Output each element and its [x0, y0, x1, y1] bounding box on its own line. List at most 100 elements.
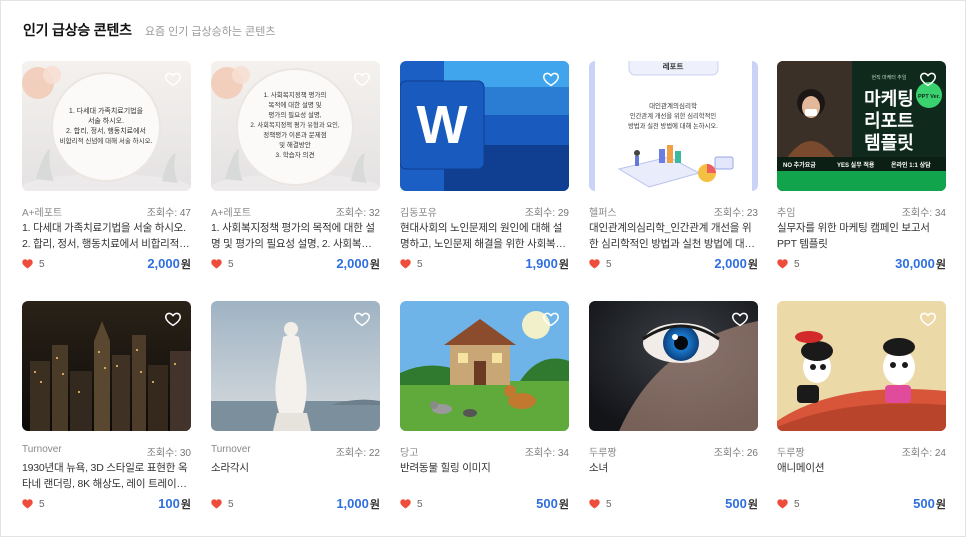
- card-thumbnail[interactable]: [589, 301, 758, 431]
- thumb-text-line: 1. 다세대 가족치료기법을: [69, 106, 144, 115]
- thumb-text-line: 2. 사회복지정책 평가 유형과 요인,: [250, 120, 340, 129]
- thumb-text-line: 목적에 대한 설명 및: [268, 100, 321, 109]
- thumb-text-line: 대인관계의심리학: [649, 101, 697, 110]
- thumb-text-line: 1. 사회복지정책 평가의: [264, 90, 327, 99]
- price-value: 30,000: [895, 256, 935, 271]
- card-price: 1,900원: [525, 256, 569, 272]
- content-card[interactable]: Turnover 조회수: 22 소라각시 5 1,000원: [211, 301, 380, 511]
- content-card[interactable]: 현직 마케터 추임 마케팅 리포트 템플릿 PPT Ver. NO 추가요금 Y…: [777, 61, 946, 271]
- content-card[interactable]: 당고 조회수: 34 반려동물 힐링 이미지 5 500원: [400, 301, 569, 511]
- favorite-heart-icon[interactable]: [919, 310, 937, 328]
- card-thumbnail[interactable]: 1. 사회복지정책 평가의 목적에 대한 설명 및 평가의 필요성 설명, 2.…: [211, 61, 380, 191]
- favorite-heart-icon[interactable]: [353, 310, 371, 328]
- thumb-text-line: 방법과 실천 방법에 대해 논하시오.: [628, 121, 718, 130]
- content-card[interactable]: W 김동포유 조회수: 29 현대사회의 노인문제의 원인에 대해 설명하고, 노…: [400, 61, 569, 271]
- like-count: 5: [39, 498, 45, 510]
- card-category[interactable]: 당고: [400, 444, 418, 459]
- card-description[interactable]: 1. 사회복지정책 평가의 목적에 대한 설명 및 평가의 필요성 설명, 2.…: [211, 220, 380, 252]
- card-thumbnail[interactable]: 현직 마케터 추임 마케팅 리포트 템플릿 PPT Ver. NO 추가요금 Y…: [777, 61, 946, 191]
- content-card[interactable]: 두루짱 조회수: 24 애니메이션 5 500원: [777, 301, 946, 511]
- card-description[interactable]: 실무자를 위한 마케팅 캠페인 보고서 PPT 템플릿: [777, 220, 946, 252]
- card-description[interactable]: 현대사회의 노인문제의 원인에 대해 설명하고, 노인문제 해결을 위한 사회복…: [400, 220, 569, 252]
- content-card[interactable]: 1. 다세대 가족치료기법을 서술 하시오. 2. 합리, 정서, 행동치료에서…: [22, 61, 191, 271]
- card-price: 500원: [913, 496, 946, 512]
- favorite-heart-icon[interactable]: [164, 70, 182, 88]
- card-price: 2,000원: [336, 256, 380, 272]
- like-count: 5: [794, 498, 800, 510]
- price-value: 100: [158, 496, 180, 511]
- card-category[interactable]: Turnover: [22, 444, 62, 459]
- like-count: 5: [417, 498, 423, 510]
- card-category[interactable]: A+레포트: [211, 204, 251, 219]
- price-value: 2,000: [336, 256, 369, 271]
- currency-unit: 원: [180, 259, 191, 271]
- card-thumbnail[interactable]: 1. 다세대 가족치료기법을 서술 하시오. 2. 합리, 정서, 행동치료에서…: [22, 61, 191, 191]
- card-description[interactable]: 1. 다세대 가족치료기법을 서술 하시오. 2. 합리, 정서, 행동치료에서…: [22, 220, 191, 252]
- thumb-text-line: 비합리적 신념에 대해 서술 하시오.: [60, 136, 153, 145]
- favorite-heart-icon[interactable]: [353, 70, 371, 88]
- card-views: 조회수: 30: [146, 448, 191, 459]
- thumb-text-line: 인간관계 개선을 위한 심리학적인: [630, 111, 717, 120]
- section-header: 인기 급상승 콘텐츠 요즘 인기 급상승하는 콘텐츠: [23, 20, 275, 40]
- thumb-small-caption: 현직 마케터 추임: [872, 74, 907, 81]
- favorite-heart-icon[interactable]: [919, 70, 937, 88]
- card-views: 조회수: 34: [524, 448, 569, 459]
- thumb-text-line: 정책평가 이론과 문제점: [263, 130, 326, 139]
- card-category[interactable]: Turnover: [211, 444, 251, 459]
- card-description[interactable]: 1930년대 뉴욕, 3D 스타일로 표현한 옥타네 랜더링, 8K 해상도, …: [22, 460, 191, 492]
- card-category[interactable]: 두루짱: [777, 444, 805, 459]
- favorite-heart-icon[interactable]: [731, 70, 749, 88]
- like-heart-icon: [400, 499, 411, 509]
- favorite-heart-icon[interactable]: [542, 310, 560, 328]
- card-category[interactable]: 추임: [777, 204, 795, 219]
- card-description[interactable]: 반려동물 힐링 이미지: [400, 460, 569, 476]
- like-count: 5: [606, 258, 612, 270]
- card-views: 조회수: 32: [335, 208, 380, 219]
- like-heart-icon: [777, 499, 788, 509]
- card-category[interactable]: 헬퍼스: [589, 204, 617, 219]
- word-logo-icon: W: [417, 95, 468, 155]
- card-description[interactable]: 애니메이션: [777, 460, 946, 476]
- like-count: 5: [39, 258, 45, 270]
- card-description[interactable]: 대인관계의심리학_인간관계 개선을 위한 심리학적인 방법과 실천 방법에 대해…: [589, 220, 758, 252]
- card-thumbnail[interactable]: [22, 301, 191, 431]
- card-views: 조회수: 47: [146, 208, 191, 219]
- section-subtitle: 요즘 인기 급상승하는 콘텐츠: [144, 26, 276, 38]
- thumb-text-line: 평가의 필요성 설명,: [268, 110, 321, 119]
- content-card[interactable]: 레포트 대인관계의심리학 인간관계 개선을 위한 심리학적인 방법과 실천 방법…: [589, 61, 758, 271]
- card-thumbnail[interactable]: [400, 301, 569, 431]
- card-description[interactable]: 소녀: [589, 460, 758, 476]
- price-value: 1,000: [336, 496, 369, 511]
- currency-unit: 원: [935, 259, 946, 271]
- like-heart-icon: [777, 259, 788, 269]
- favorite-heart-icon[interactable]: [731, 310, 749, 328]
- card-description[interactable]: 소라각시: [211, 460, 380, 476]
- thumb-text-line: 2. 합리, 정서, 행동치료에서: [66, 126, 146, 135]
- thumb-headline: 마케팅: [864, 89, 914, 109]
- price-value: 500: [725, 496, 747, 511]
- price-value: 500: [913, 496, 935, 511]
- content-card[interactable]: 1. 사회복지정책 평가의 목적에 대한 설명 및 평가의 필요성 설명, 2.…: [211, 61, 380, 271]
- card-price: 30,000원: [895, 256, 946, 272]
- favorite-heart-icon[interactable]: [542, 70, 560, 88]
- card-category[interactable]: 김동포유: [400, 204, 437, 219]
- card-price: 100원: [158, 496, 191, 512]
- content-card[interactable]: 두루짱 조회수: 26 소녀 5 500원: [589, 301, 758, 511]
- content-card[interactable]: Turnover 조회수: 30 1930년대 뉴욕, 3D 스타일로 표현한 옥…: [22, 301, 191, 511]
- like-heart-icon: [22, 499, 33, 509]
- thumb-text-line: 서술 하시오.: [88, 116, 124, 125]
- favorite-heart-icon[interactable]: [164, 310, 182, 328]
- card-category[interactable]: 두루짱: [589, 444, 617, 459]
- price-value: 2,000: [714, 256, 747, 271]
- card-thumbnail[interactable]: 레포트 대인관계의심리학 인간관계 개선을 위한 심리학적인 방법과 실천 방법…: [589, 61, 758, 191]
- currency-unit: 원: [369, 259, 380, 271]
- like-count: 5: [417, 258, 423, 270]
- like-count: 5: [794, 258, 800, 270]
- card-thumbnail[interactable]: [777, 301, 946, 431]
- thumb-text-line: 및 해결방안: [279, 140, 311, 149]
- thumb-bar-item: NO 추가요금: [783, 161, 816, 169]
- card-thumbnail[interactable]: [211, 301, 380, 431]
- card-category[interactable]: A+레포트: [22, 204, 62, 219]
- card-thumbnail[interactable]: W: [400, 61, 569, 191]
- thumb-bar-item: 온라인 1:1 상담: [891, 161, 931, 169]
